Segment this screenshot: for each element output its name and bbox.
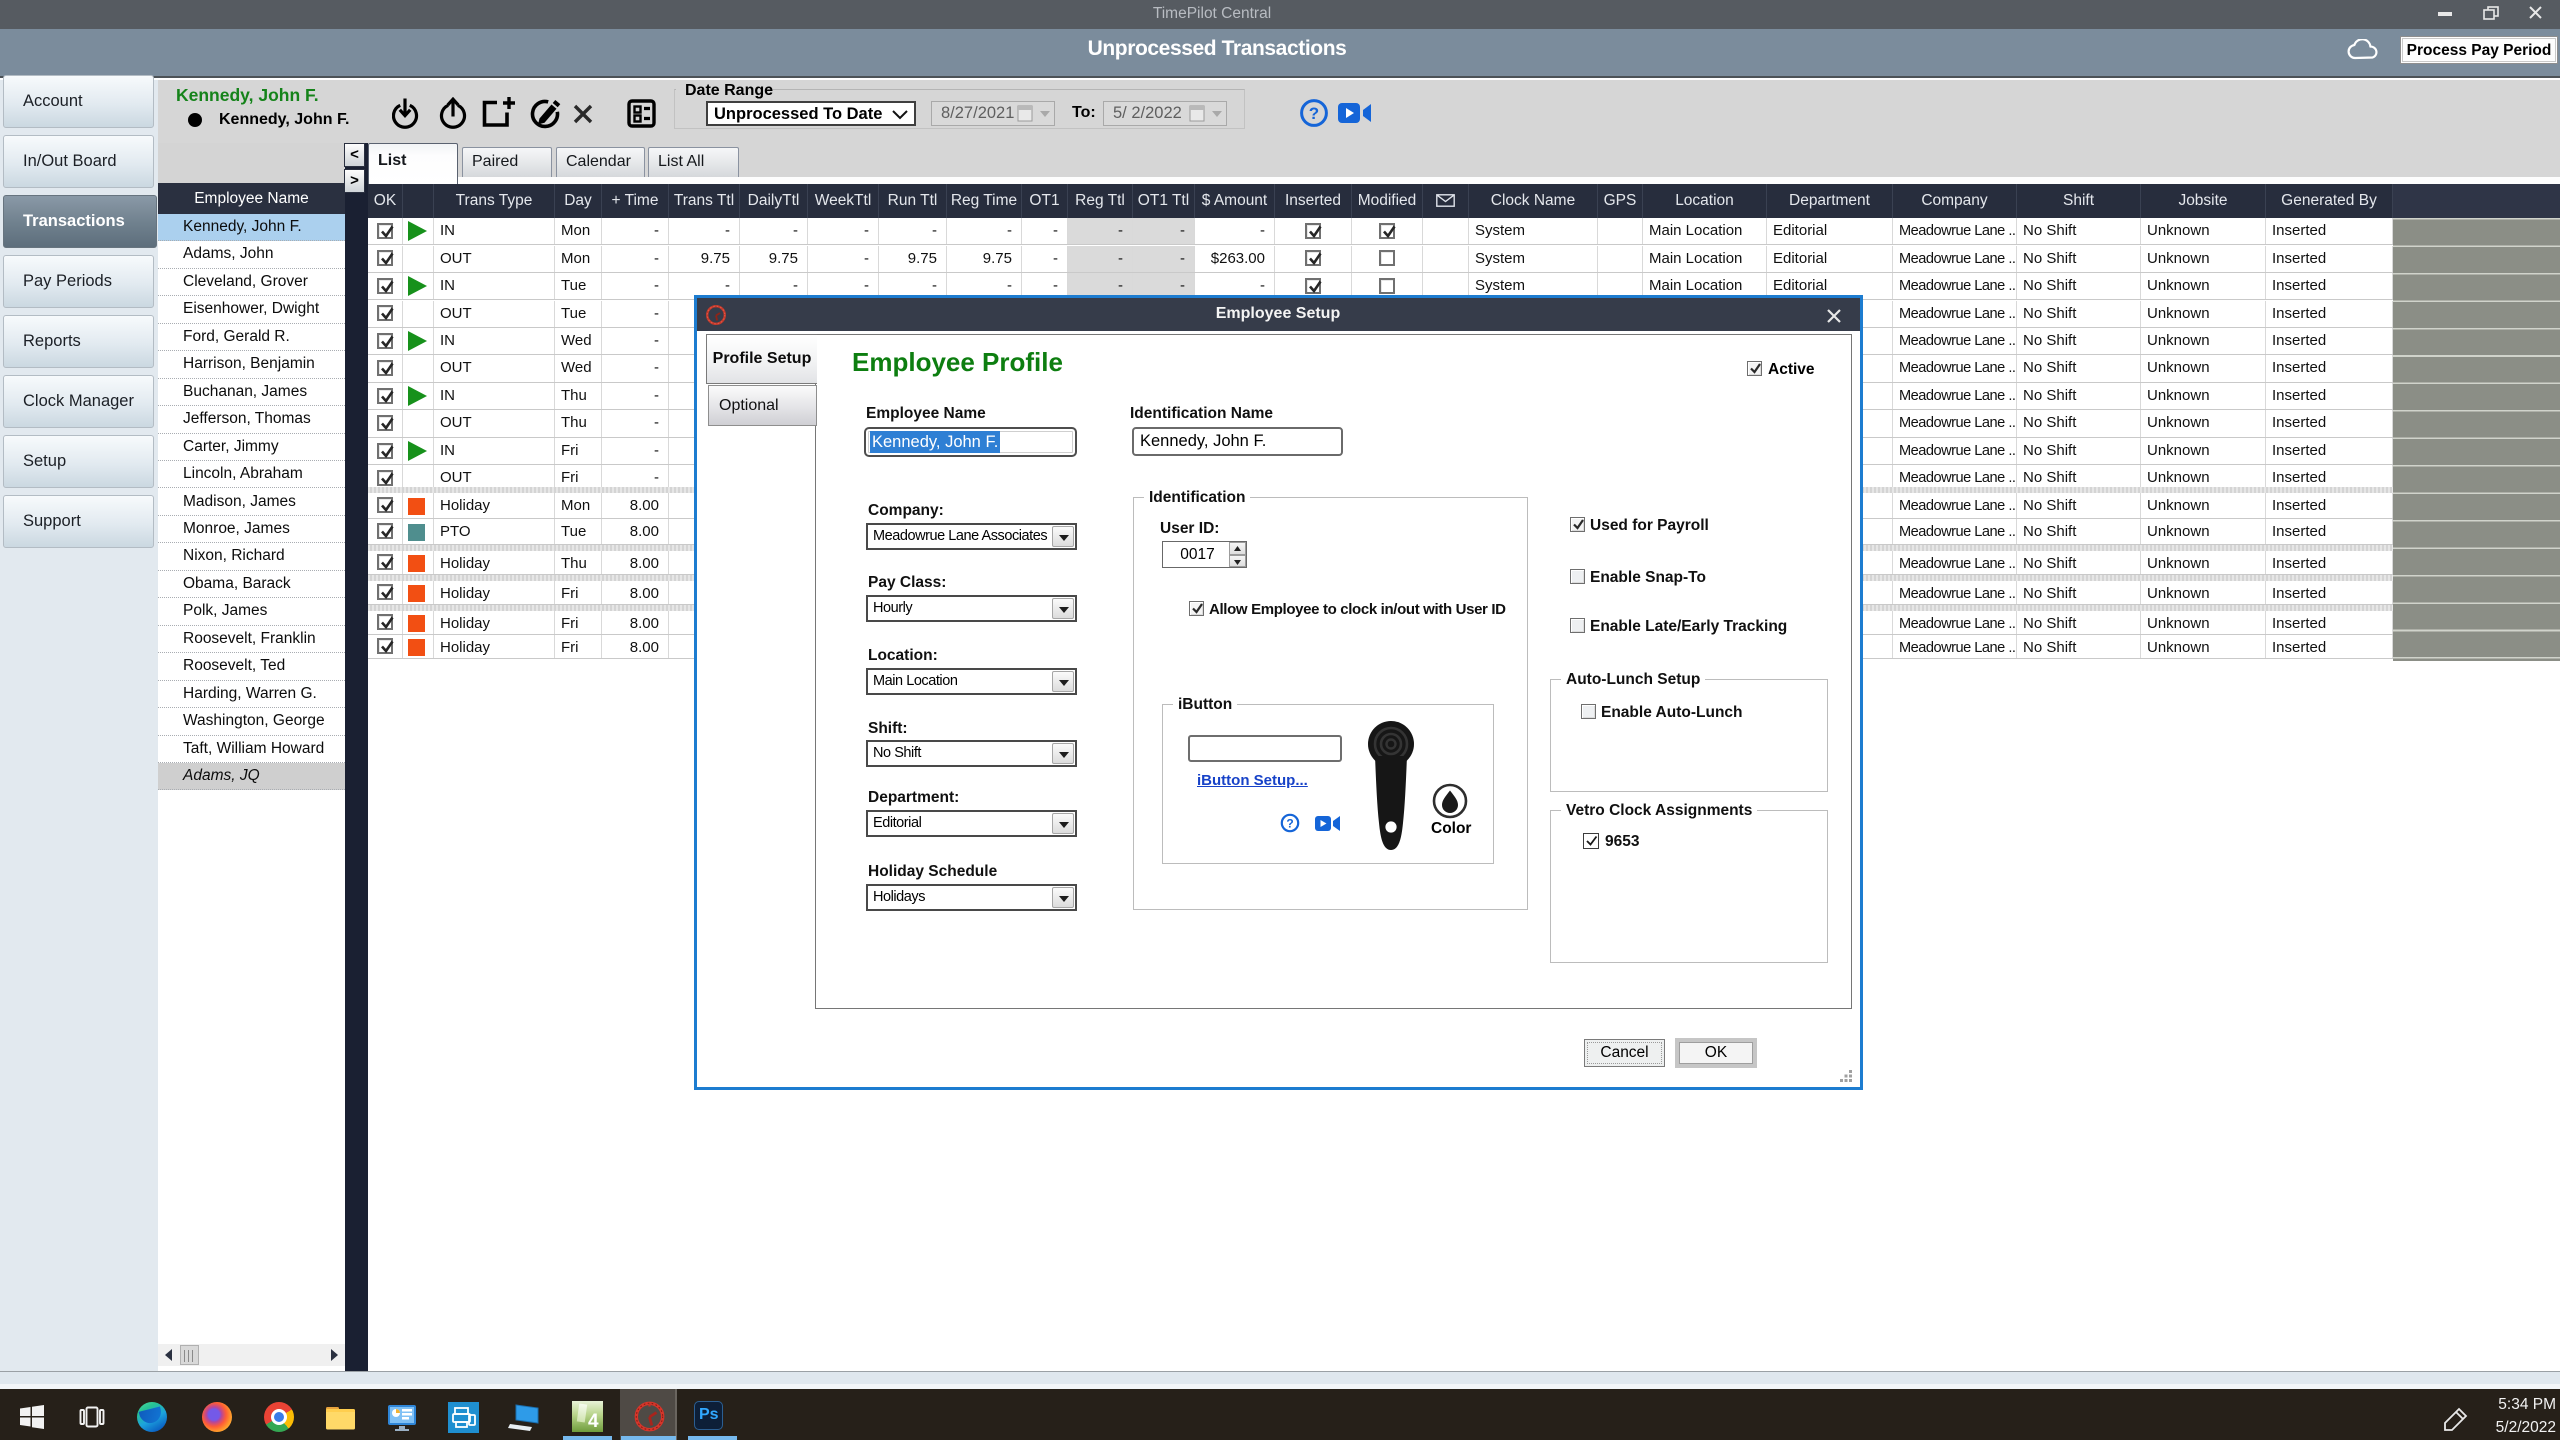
svg-text:?: ? xyxy=(1286,817,1293,831)
svg-text:?: ? xyxy=(1309,104,1319,123)
